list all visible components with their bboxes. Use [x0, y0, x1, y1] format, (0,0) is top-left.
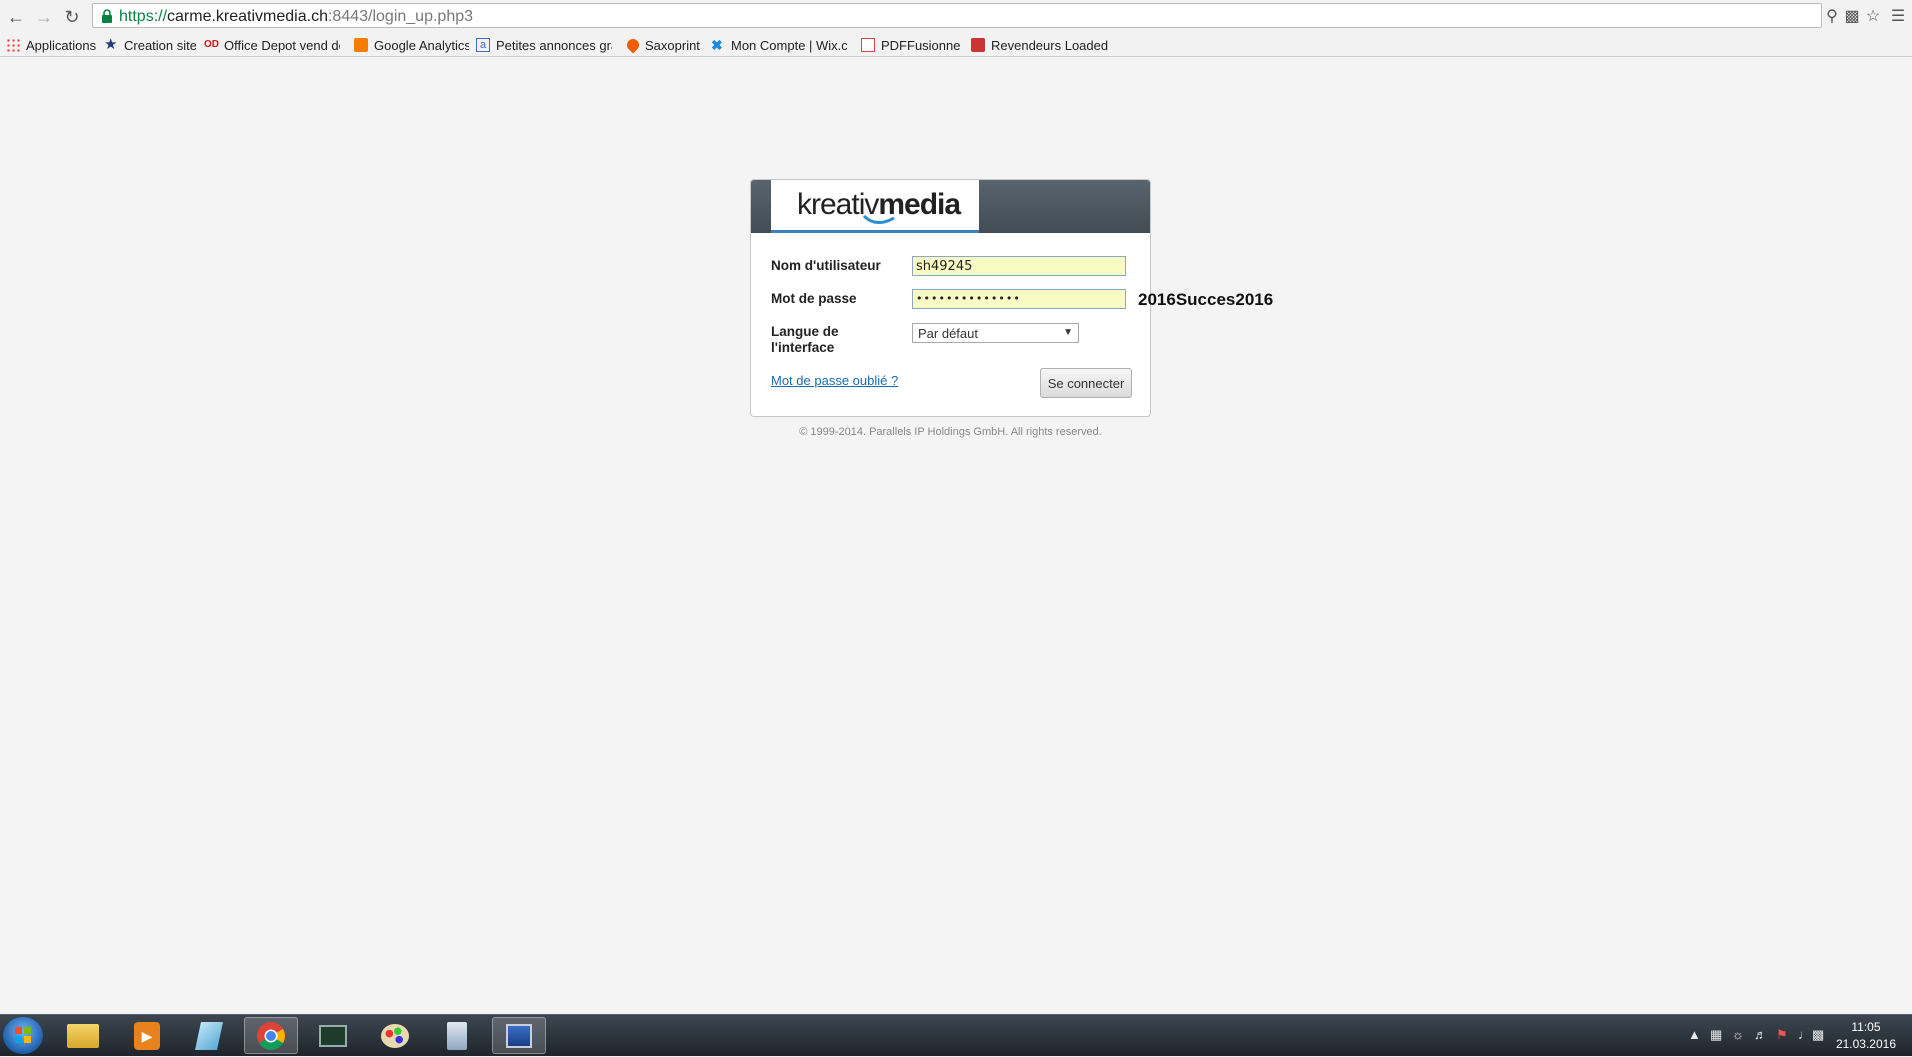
bookmark-pdffusionner[interactable]: PDFFusionner! — [861, 36, 961, 54]
map-pin-icon — [971, 38, 985, 52]
page-scrollbar[interactable] — [1900, 58, 1912, 1014]
translate-icon[interactable]: ▩ — [1842, 5, 1862, 27]
taskbar-chrome[interactable] — [244, 1017, 298, 1054]
language-label-line1: Langue de — [771, 324, 839, 339]
language-select[interactable]: Par défaut ▼ — [912, 323, 1079, 343]
password-input[interactable]: •••••••••••••• — [912, 289, 1126, 309]
taskbar-notes[interactable] — [182, 1017, 236, 1054]
taskbar-paint[interactable] — [368, 1017, 422, 1054]
address-bar[interactable]: https://carme.kreativmedia.ch:8443/login… — [92, 3, 1822, 28]
bookmark-applications[interactable]: Applications — [6, 36, 96, 54]
back-arrow-icon[interactable]: ← — [4, 5, 28, 29]
language-label-line2: l'interface — [771, 340, 835, 355]
tray-signal-icon[interactable]: ▩ — [1812, 1027, 1824, 1043]
windows-taskbar: ▶ ▲ ▦ ☼ ♬ ⚑ ♩ ▩ 11:05 21.03.2016 — [0, 1014, 1912, 1056]
taskbar-clock[interactable]: 11:05 21.03.2016 — [1836, 1019, 1896, 1053]
login-panel: kreativmedia Nom d'utilisateur sh49245 M… — [750, 179, 1151, 417]
login-header: kreativmedia — [751, 180, 1150, 233]
forgot-password-link[interactable]: Mot de passe oublié ? — [771, 373, 898, 388]
taskbar-explorer[interactable] — [56, 1017, 110, 1054]
notes-icon — [195, 1021, 223, 1050]
clock-date: 21.03.2016 — [1835, 1037, 1896, 1051]
menu-icon[interactable]: ☰ — [1888, 5, 1908, 27]
dropdown-arrow-icon: ▼ — [1063, 327, 1073, 338]
taskbar-task-manager[interactable] — [306, 1017, 360, 1054]
tray-flag-icon[interactable]: ⚑ — [1776, 1027, 1788, 1043]
bookmark-star-icon[interactable]: ☆ — [1863, 5, 1883, 27]
address-url: https://carme.kreativmedia.ch:8443/login… — [119, 8, 474, 25]
bookmark-google-analytics[interactable]: Google Analytics — [354, 36, 469, 54]
remote-desktop-icon — [506, 1023, 532, 1048]
folder-icon — [67, 1023, 99, 1048]
anibis-icon: a — [476, 38, 490, 52]
star-icon: ★ — [104, 36, 118, 53]
password-label: Mot de passe — [771, 291, 857, 306]
start-button[interactable] — [3, 1017, 43, 1054]
bookmarks-bar: Applications ★ Creation site OD Office D… — [0, 33, 1912, 57]
monitor-icon — [319, 1024, 347, 1047]
language-select-value: Par défaut — [918, 326, 978, 341]
clock-time: 11:05 — [1851, 1020, 1881, 1034]
windows-logo-icon — [15, 1027, 31, 1043]
office-depot-icon: OD — [204, 39, 219, 50]
lock-icon — [102, 9, 112, 23]
bookmark-office-depot[interactable]: OD Office Depot vend de — [204, 36, 340, 54]
wix-icon: ✖ — [711, 37, 723, 53]
tray-expand-icon[interactable]: ▲ — [1688, 1027, 1701, 1042]
bookmark-petites-annonces[interactable]: a Petites annonces grat — [476, 36, 612, 54]
drop-icon — [627, 36, 642, 54]
username-label: Nom d'utilisateur — [771, 258, 881, 273]
apps-grid-icon — [6, 38, 20, 52]
logo-swoosh-icon — [862, 214, 895, 224]
forward-arrow-icon[interactable]: → — [32, 5, 56, 29]
tray-volume-icon[interactable]: ♬ — [1754, 1027, 1767, 1042]
bookmark-saxoprint[interactable]: Saxoprint — [627, 36, 702, 54]
calculator-icon — [447, 1021, 467, 1050]
copyright-text: © 1999-2014. Parallels IP Holdings GmbH.… — [799, 426, 1102, 438]
taskbar-remote-desktop[interactable] — [492, 1017, 546, 1054]
tray-windows-icon[interactable]: ▦ — [1710, 1027, 1722, 1043]
taskbar-media-player[interactable]: ▶ — [120, 1017, 174, 1054]
tray-network-icon[interactable]: ☼ — [1732, 1027, 1744, 1042]
media-player-icon: ▶ — [134, 1021, 160, 1050]
bookmark-creation-site[interactable]: ★ Creation site — [104, 36, 196, 54]
key-icon[interactable]: ⚲ — [1822, 5, 1842, 27]
analytics-icon — [354, 38, 368, 52]
kreativmedia-logo: kreativmedia — [771, 180, 979, 233]
username-input[interactable]: sh49245 — [912, 256, 1126, 276]
tray-sound-icon[interactable]: ♩ — [1798, 1027, 1811, 1042]
reload-icon[interactable]: ↻ — [60, 5, 84, 29]
login-button[interactable]: Se connecter — [1040, 368, 1132, 398]
bookmark-wix[interactable]: ✖ Mon Compte | Wix.co — [711, 36, 847, 54]
password-annotation: 2016Succes2016 — [1138, 290, 1274, 309]
pdf-icon — [861, 38, 875, 52]
palette-icon — [381, 1023, 409, 1048]
browser-toolbar: ← → ↻ https://carme.kreativmedia.ch:8443… — [0, 0, 1912, 33]
taskbar-calculator[interactable] — [430, 1017, 484, 1054]
chrome-icon — [257, 1021, 285, 1050]
bookmark-revendeurs[interactable]: Revendeurs Loaded E — [971, 36, 1111, 54]
